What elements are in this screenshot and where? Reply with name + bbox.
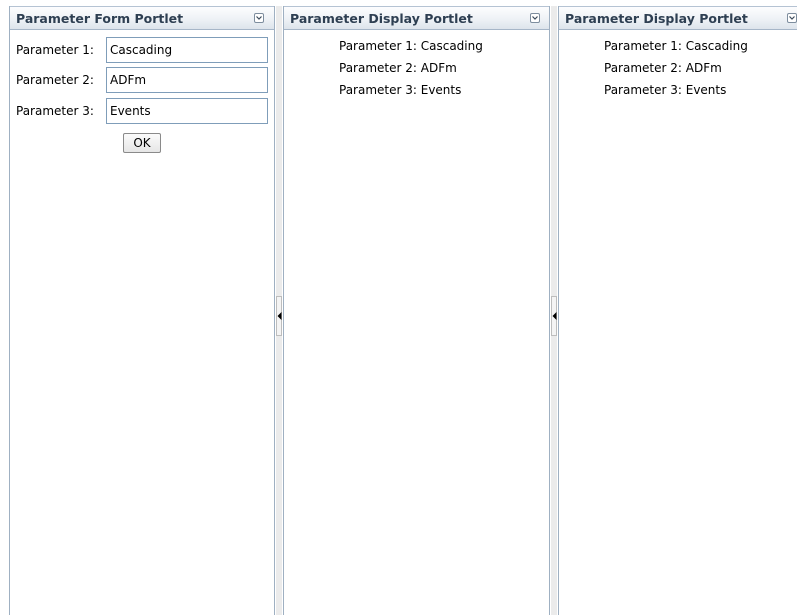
parameter-2-display: Parameter 2: ADFm: [604, 61, 722, 75]
parameter-3-input[interactable]: [106, 98, 268, 124]
parameter-1-input[interactable]: [106, 37, 268, 63]
parameter-display-list: Parameter 1: Cascading Parameter 2: ADFm…: [339, 39, 483, 105]
portlet-title: Parameter Display Portlet: [290, 11, 473, 26]
parameter-3-label: Parameter 3:: [16, 104, 94, 118]
collapse-handle-2[interactable]: [551, 296, 557, 336]
portlet-title: Parameter Form Portlet: [16, 11, 184, 26]
parameter-3-display: Parameter 3: Events: [604, 83, 727, 97]
chevron-down-icon: [789, 16, 795, 20]
parameter-3-display: Parameter 3: Events: [339, 83, 462, 97]
collapse-handle-1[interactable]: [276, 296, 282, 336]
ok-button[interactable]: OK: [123, 133, 161, 153]
portlet-header: Parameter Display Portlet: [559, 6, 797, 30]
portlet-menu-button[interactable]: [530, 13, 540, 23]
parameter-display-portlet-1: Parameter Display Portlet Parameter 1: C…: [283, 6, 550, 615]
portlet-title: Parameter Display Portlet: [565, 11, 748, 26]
chevron-down-icon: [256, 16, 262, 20]
parameter-2-input[interactable]: [106, 67, 268, 93]
portlet-header: Parameter Form Portlet: [10, 6, 274, 30]
portlet-menu-button[interactable]: [254, 13, 264, 23]
triangle-left-icon: [277, 312, 282, 320]
splitter-1[interactable]: [276, 6, 282, 615]
triangle-left-icon: [552, 312, 557, 320]
splitter-2[interactable]: [551, 6, 557, 615]
parameter-2-display: Parameter 2: ADFm: [339, 61, 457, 75]
parameter-form-portlet: Parameter Form Portlet Parameter 1: Para…: [9, 6, 275, 615]
parameter-display-list: Parameter 1: Cascading Parameter 2: ADFm…: [604, 39, 748, 105]
parameter-display-portlet-2: Parameter Display Portlet Parameter 1: C…: [558, 6, 797, 615]
portlet-header: Parameter Display Portlet: [284, 6, 549, 30]
chevron-down-icon: [532, 16, 538, 20]
parameter-2-label: Parameter 2:: [16, 73, 94, 87]
portlet-menu-button[interactable]: [787, 13, 797, 23]
parameter-1-label: Parameter 1:: [16, 43, 94, 57]
parameter-1-display: Parameter 1: Cascading: [604, 39, 748, 53]
parameter-1-display: Parameter 1: Cascading: [339, 39, 483, 53]
page: Parameter Form Portlet Parameter 1: Para…: [0, 0, 797, 615]
